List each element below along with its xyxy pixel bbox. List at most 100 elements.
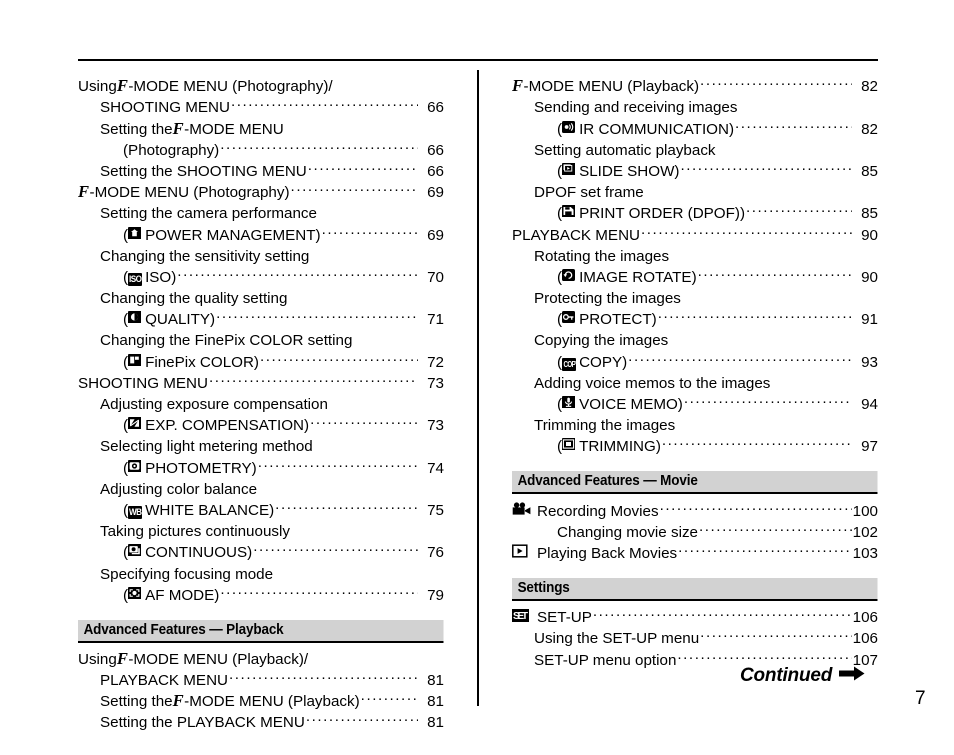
toc-entry-text: PLAYBACK MENU bbox=[100, 672, 229, 690]
dot-leader bbox=[682, 288, 852, 303]
toc-entry-text: DPOF set frame bbox=[534, 184, 644, 202]
toc-entry[interactable]: Setting the F-MODE MENU (Playback) 81 bbox=[78, 691, 444, 712]
toc-entry-label: Adding voice memos to the images bbox=[534, 374, 770, 394]
toc-entry[interactable]: Changing the sensitivity setting bbox=[78, 246, 444, 267]
toc-entry-text-after: VOICE MEMO) bbox=[579, 396, 683, 413]
toc-entry[interactable]: ( EXP. COMPENSATION) 73 bbox=[78, 415, 444, 436]
toc-entry[interactable]: Recording Movies 100 bbox=[512, 500, 878, 521]
toc-entry[interactable]: SHOOTING MENU 66 bbox=[78, 97, 444, 118]
toc-entry[interactable]: ( IR COMMUNICATION) 82 bbox=[512, 118, 878, 139]
dot-leader bbox=[310, 246, 418, 261]
dot-leader bbox=[361, 691, 418, 706]
left-toc-list: Using F -MODE MENU (Photography)/SHOOTING… bbox=[78, 76, 444, 606]
toc-entry[interactable]: PLAYBACK MENU 90 bbox=[512, 224, 878, 245]
toc-entry[interactable]: F-MODE MENU (Photography) 69 bbox=[78, 182, 444, 203]
toc-entry[interactable]: ( CONTINUOUS) 76 bbox=[78, 542, 444, 563]
toc-entry[interactable]: (WB WHITE BALANCE) 75 bbox=[78, 500, 444, 521]
toc-entry-text-after: PRINT ORDER (DPOF)) bbox=[579, 205, 745, 223]
toc-entry[interactable]: (ISO ISO) 70 bbox=[78, 267, 444, 288]
toc-entry-label: PLAYBACK MENU bbox=[100, 671, 228, 691]
toc-entry[interactable]: ( QUALITY) 71 bbox=[78, 309, 444, 330]
svg-text:SET: SET bbox=[513, 611, 528, 622]
dot-leader bbox=[746, 203, 852, 218]
playback-icon bbox=[512, 543, 531, 558]
toc-entry[interactable]: Using F -MODE MENU (Photography)/ bbox=[78, 76, 444, 97]
dot-leader bbox=[353, 330, 418, 345]
toc-entry[interactable]: Setting the SHOOTING MENU 66 bbox=[78, 161, 444, 182]
toc-entry[interactable]: Adjusting exposure compensation bbox=[78, 394, 444, 415]
toc-entry[interactable]: Rotating the images bbox=[512, 246, 878, 267]
toc-entry[interactable]: SET SET-UP 106 bbox=[512, 607, 878, 628]
toc-entry-text: Sending and receiving images bbox=[534, 99, 738, 117]
toc-entry[interactable]: ( POWER MANAGEMENT) 69 bbox=[78, 224, 444, 245]
toc-entry[interactable]: Sending and receiving images bbox=[512, 97, 878, 118]
section-header-advanced-playback-wrap: Advanced Features — Playback bbox=[78, 619, 444, 643]
toc-entry-label: Protecting the images bbox=[534, 289, 681, 309]
toc-entry[interactable]: Setting the F -MODE MENU bbox=[78, 118, 444, 139]
toc-entry[interactable]: Protecting the images bbox=[512, 288, 878, 309]
toc-entry-text-after: FinePix COLOR) bbox=[145, 353, 259, 371]
exposure-compensation-icon bbox=[128, 417, 142, 430]
toc-entry[interactable]: Setting the camera performance bbox=[78, 203, 444, 224]
settings-toc-list: SET SET-UP 106 Using the SET-UP menu 106 SET-… bbox=[512, 607, 878, 671]
toc-entry[interactable]: Using F -MODE MENU (Playback)/ bbox=[78, 649, 444, 670]
toc-entry[interactable]: Setting automatic playback bbox=[512, 140, 878, 161]
setup-icon: SET bbox=[512, 608, 531, 623]
toc-entry[interactable]: PLAYBACK MENU 81 bbox=[78, 670, 444, 691]
toc-entry-text: Setting the camera performance bbox=[100, 205, 317, 223]
white-balance-icon: WB bbox=[128, 505, 143, 519]
toc-entry[interactable]: Adding voice memos to the images bbox=[512, 373, 878, 394]
toc-entry[interactable]: ( TRIMMING) 97 bbox=[512, 436, 878, 457]
toc-entry-label: Setting automatic playback bbox=[534, 141, 716, 161]
toc-entry-text-after: -MODE MENU (Photography)/ bbox=[128, 78, 333, 96]
dot-leader bbox=[285, 118, 418, 133]
toc-entry[interactable]: ( SLIDE SHOW) 85 bbox=[512, 161, 878, 182]
toc-entry[interactable]: DPOF set frame bbox=[512, 182, 878, 203]
toc-entry-label: Changing the FinePix COLOR setting bbox=[100, 331, 352, 351]
toc-entry-text: Adjusting color balance bbox=[100, 480, 258, 498]
toc-entry-label: ( IMAGE ROTATE) bbox=[557, 268, 697, 288]
toc-entry-label: ( VOICE MEMO) bbox=[557, 395, 683, 415]
toc-entry-text: Rotating the images bbox=[534, 247, 670, 265]
toc-entry[interactable]: Selecting light metering method bbox=[78, 436, 444, 457]
dot-leader bbox=[274, 563, 418, 578]
toc-entry[interactable]: Specifying focusing mode bbox=[78, 563, 444, 584]
toc-entry-label: Sending and receiving images bbox=[534, 98, 737, 118]
toc-entry-text: (Photography) bbox=[123, 141, 220, 159]
toc-page: Using F -MODE MENU (Photography)/SHOOTING… bbox=[0, 0, 954, 755]
toc-entry[interactable]: ( PROTECT) 91 bbox=[512, 309, 878, 330]
toc-entry[interactable]: Playing Back Movies 103 bbox=[512, 543, 878, 564]
toc-entry-page: 82 bbox=[861, 120, 878, 138]
toc-entry-text-after: AF MODE) bbox=[145, 586, 220, 604]
toc-entry-text: Using bbox=[78, 650, 117, 668]
toc-entry[interactable]: Trimming the images bbox=[512, 415, 878, 436]
toc-entry[interactable]: F-MODE MENU (Playback) 82 bbox=[512, 76, 878, 97]
toc-entry[interactable]: Copying the images bbox=[512, 330, 878, 351]
iso-icon: ISO bbox=[128, 272, 143, 286]
toc-entry[interactable]: Changing movie size 102 bbox=[512, 522, 878, 543]
toc-entry[interactable]: Adjusting color balance bbox=[78, 479, 444, 500]
toc-entry[interactable]: ( AF MODE) 79 bbox=[78, 585, 444, 606]
toc-entry[interactable]: ( VOICE MEMO) 94 bbox=[512, 394, 878, 415]
toc-entry[interactable]: ( PHOTOMETRY) 74 bbox=[78, 457, 444, 478]
toc-entry[interactable]: (COPY COPY) 93 bbox=[512, 351, 878, 372]
toc-entry-page: 94 bbox=[861, 396, 878, 413]
toc-entry[interactable]: Using the SET-UP menu 106 bbox=[512, 628, 878, 649]
toc-entry[interactable]: ( IMAGE ROTATE) 90 bbox=[512, 267, 878, 288]
toc-entry[interactable]: Taking pictures continuously bbox=[78, 521, 444, 542]
toc-entry-page: 102 bbox=[852, 523, 878, 541]
toc-entry-label: Changing movie size bbox=[557, 523, 698, 543]
dot-leader bbox=[291, 521, 418, 536]
toc-entry[interactable]: Changing the FinePix COLOR setting bbox=[78, 330, 444, 351]
toc-entry-text: Changing the FinePix COLOR setting bbox=[100, 332, 353, 350]
toc-entry[interactable]: (Photography) 66 bbox=[78, 140, 444, 161]
toc-entry[interactable]: Changing the quality setting bbox=[78, 288, 444, 309]
toc-entry-label: Changing the sensitivity setting bbox=[100, 247, 309, 267]
toc-entry-text: SET-UP bbox=[537, 609, 592, 627]
toc-entry[interactable]: ( PRINT ORDER (DPOF)) 85 bbox=[512, 203, 878, 224]
toc-entry[interactable]: SHOOTING MENU 73 bbox=[78, 373, 444, 394]
toc-entry[interactable]: ( FinePix COLOR) 72 bbox=[78, 351, 444, 372]
toc-entry[interactable]: Setting the PLAYBACK MENU 81 bbox=[78, 712, 444, 733]
toc-entry-label: DPOF set frame bbox=[534, 183, 644, 203]
right-column: F-MODE MENU (Playback) 82 Sending and rece… bbox=[512, 76, 878, 671]
